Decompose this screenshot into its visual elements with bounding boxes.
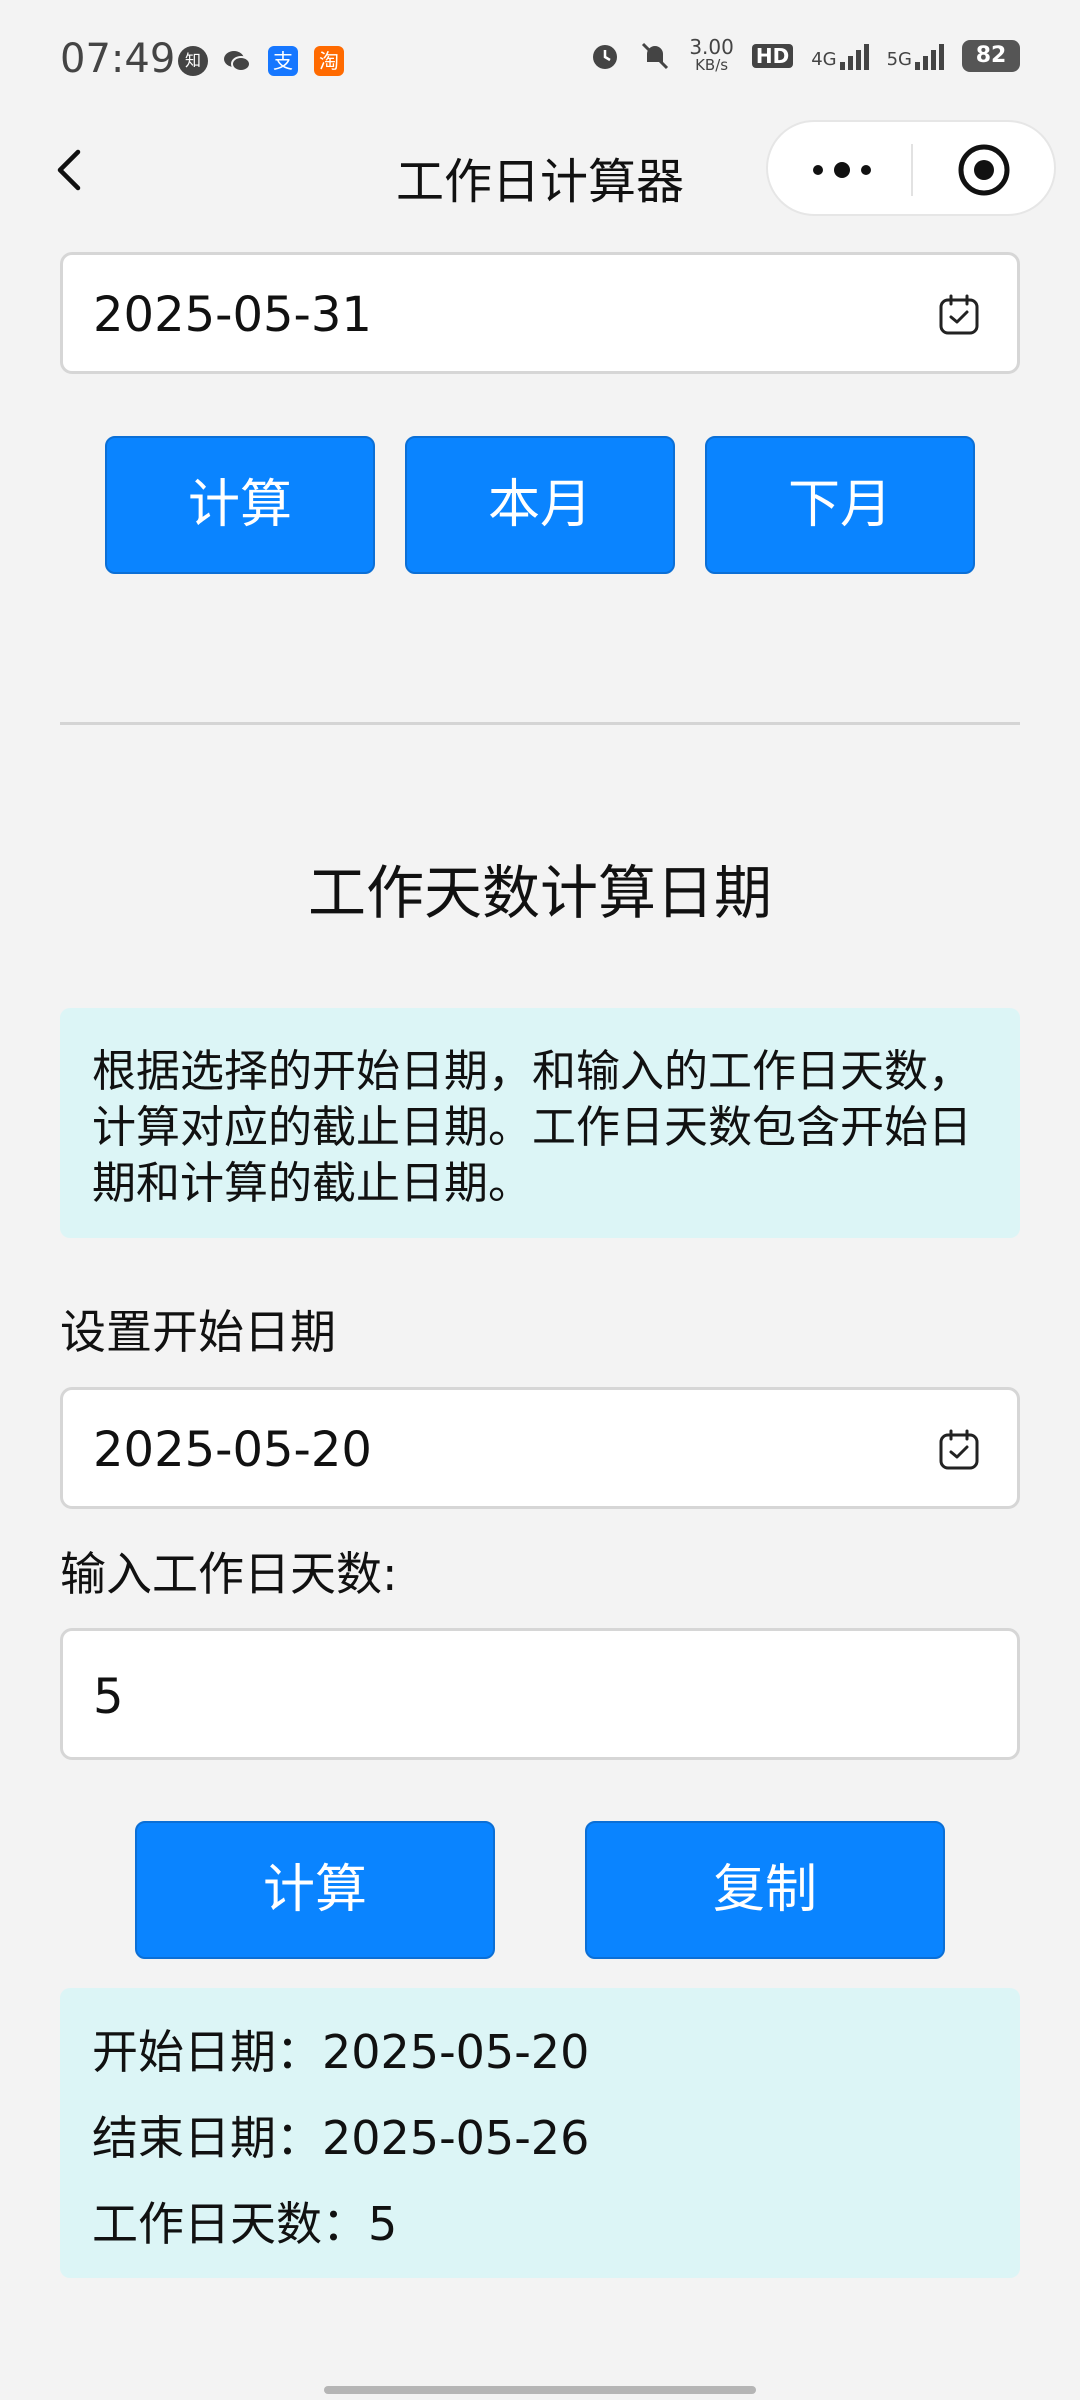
nav-bar: 工作日计算器 bbox=[0, 120, 1080, 220]
status-bar: 07:49 知 支 淘 3.00 KB/s HD 4G 5G 82 bbox=[0, 0, 1080, 120]
battery-icon: 82 bbox=[962, 40, 1020, 72]
status-right-group: 3.00 KB/s HD 4G 5G 82 bbox=[589, 35, 1020, 74]
hd-badge: HD bbox=[751, 44, 794, 68]
calendar-icon bbox=[939, 294, 979, 335]
signal-4g: 4G bbox=[811, 42, 869, 70]
alarm-icon bbox=[593, 45, 618, 69]
start-date-label: 设置开始日期 bbox=[60, 1305, 336, 1359]
net-speed: 3.00 KB/s bbox=[689, 35, 734, 74]
workdays-value: 5 bbox=[93, 1669, 124, 1725]
copy-button[interactable]: 复制 bbox=[585, 1821, 945, 1959]
description-box: 根据选择的开始日期，和输入的工作日天数，计算对应的截止日期。工作日天数包含开始日… bbox=[60, 1008, 1020, 1238]
alipay-icon: 支 bbox=[268, 46, 298, 76]
home-indicator[interactable] bbox=[324, 2386, 756, 2394]
signal-bars-icon bbox=[915, 42, 944, 70]
status-time: 07:49 bbox=[60, 36, 176, 82]
taobao-icon: 淘 bbox=[314, 46, 344, 76]
back-arrow-icon[interactable] bbox=[42, 140, 102, 200]
signal-5g: 5G bbox=[887, 42, 944, 70]
workdays-input[interactable]: 5 bbox=[60, 1628, 1020, 1760]
mute-bell-icon bbox=[642, 42, 669, 70]
section-title: 工作天数计算日期 bbox=[307, 859, 772, 927]
result-box: 开始日期：2025-05-20 结束日期：2025-05-26 工作日天数：5 bbox=[60, 1988, 1020, 2278]
zhihu-icon: 知 bbox=[178, 46, 208, 76]
section-divider bbox=[60, 722, 1020, 725]
close-miniprogram-icon[interactable] bbox=[956, 142, 1012, 198]
start-date-picker[interactable]: 2025-05-20 bbox=[60, 1387, 1020, 1509]
workdays-label: 输入工作日天数: bbox=[60, 1547, 398, 1601]
calculate-button[interactable]: 计算 bbox=[135, 1821, 495, 1959]
wechat-icon bbox=[222, 46, 252, 76]
result-workdays: 工作日天数：5 bbox=[92, 2197, 398, 2251]
end-date-picker[interactable]: 2025-05-31 bbox=[60, 252, 1020, 374]
result-start-date: 开始日期：2025-05-20 bbox=[92, 2025, 590, 2079]
capsule-divider bbox=[911, 144, 913, 196]
end-date-value: 2025-05-31 bbox=[93, 287, 372, 343]
description-text: 根据选择的开始日期，和输入的工作日天数，计算对应的截止日期。工作日天数包含开始日… bbox=[92, 1046, 972, 1209]
miniprogram-capsule bbox=[766, 120, 1056, 216]
next-month-button[interactable]: 下月 bbox=[705, 436, 975, 574]
start-date-value: 2025-05-20 bbox=[93, 1422, 372, 1478]
calculate-end-button[interactable]: 计算 bbox=[105, 436, 375, 574]
more-options-icon[interactable] bbox=[808, 158, 876, 182]
result-end-date: 结束日期：2025-05-26 bbox=[92, 2111, 590, 2165]
signal-bars-icon bbox=[839, 42, 869, 70]
this-month-button[interactable]: 本月 bbox=[405, 436, 675, 574]
calendar-icon bbox=[939, 1429, 979, 1470]
